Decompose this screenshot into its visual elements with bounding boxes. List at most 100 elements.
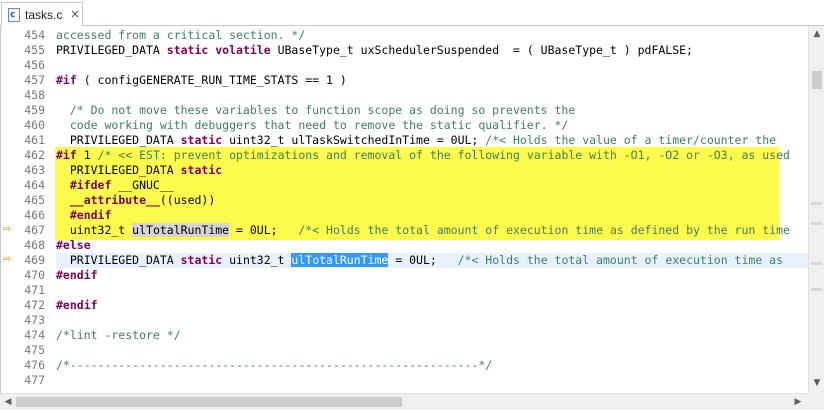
code-token: static volatile: [166, 43, 271, 57]
editor-tab-bar: c tasks.c ✕: [0, 0, 824, 26]
tab-tasks-c[interactable]: c tasks.c ✕: [1, 2, 83, 26]
scroll-down-icon[interactable]: ▼: [809, 375, 824, 391]
code-line[interactable]: #else: [56, 238, 91, 253]
code-token: = 0UL;: [388, 253, 458, 267]
code-token: /*--------------------------------------…: [56, 358, 493, 372]
line-number: 465: [24, 193, 45, 207]
code-token: PRIVILEGED_DATA: [56, 43, 167, 57]
line-number: 472: [24, 298, 45, 312]
code-token: 1: [76, 148, 98, 162]
line-number: 461: [24, 133, 45, 147]
code-line[interactable]: #if ( configGENERATE_RUN_TIME_STATS == 1…: [56, 73, 347, 88]
code-line[interactable]: #ifdef __GNUC__: [56, 178, 174, 193]
line-number: 477: [24, 373, 45, 387]
scrollbar-corner: [808, 393, 824, 410]
tab-label: tasks.c: [25, 7, 63, 22]
line-number: 475: [24, 343, 45, 357]
code-token: #endif: [56, 298, 98, 312]
code-token: ( configGENERATE_RUN_TIME_STATS == 1 ): [76, 73, 347, 87]
code-token: #endif: [56, 268, 98, 282]
code-token: #ifdef: [56, 178, 112, 192]
line-number: 474: [24, 328, 45, 342]
code-line[interactable]: /*lint -restore */: [56, 328, 181, 343]
code-token: /*< Holds the value of a timer/counter t…: [485, 133, 777, 147]
occurrence-mark[interactable]: [811, 222, 822, 225]
line-number: 471: [24, 283, 45, 297]
code-token: code working with debuggers that need to…: [56, 118, 569, 132]
horizontal-scroll-thumb[interactable]: [16, 397, 402, 407]
occurrence-arrow-icon[interactable]: ⇨: [3, 255, 13, 265]
code-token: /* Do not move these variables to functi…: [56, 103, 576, 117]
code-editor[interactable]: 454 455 456 457 458 459 460 461 462 463 464 465 466 4…: [0, 26, 808, 393]
code-line[interactable]: uint32_t ulTotalRunTime = 0UL; /*< Holds…: [56, 223, 790, 238]
code-line[interactable]: PRIVILEGED_DATA static uint32_t ulTaskSw…: [56, 133, 776, 148]
code-line[interactable]: PRIVILEGED_DATA static volatile UBaseTyp…: [56, 43, 693, 58]
line-number: 455: [24, 43, 45, 57]
line-number: 464: [24, 178, 45, 192]
code-token: static: [180, 253, 223, 267]
line-number: 466: [24, 208, 45, 222]
code-token: uint32_t: [56, 223, 133, 237]
line-number: 470: [24, 268, 45, 282]
code-token: accessed from a critical section. */: [56, 28, 306, 42]
code-token: = 0UL;: [229, 223, 299, 237]
code-line[interactable]: #endif: [56, 298, 98, 313]
file-badge: c: [10, 9, 16, 20]
code-line[interactable]: /*--------------------------------------…: [56, 358, 492, 373]
vertical-scrollbar[interactable]: ▲ ▼: [808, 26, 824, 393]
code-text-area[interactable]: accessed from a critical section. */PRIV…: [56, 26, 808, 393]
code-token: #endif: [56, 208, 112, 222]
scroll-up-icon[interactable]: ▲: [809, 26, 824, 42]
code-token: __attribute__: [69, 193, 160, 207]
code-line[interactable]: #if 1 /* << EST: prevent optimizations a…: [56, 148, 790, 163]
code-line[interactable]: __attribute__((used)): [56, 193, 215, 208]
occurrence-mark[interactable]: [811, 288, 822, 291]
code-token: #else: [56, 238, 91, 252]
code-line[interactable]: PRIVILEGED_DATA static: [56, 163, 222, 178]
code-line[interactable]: #endif: [56, 268, 98, 283]
line-number: 457: [24, 73, 45, 87]
line-number: 454: [24, 28, 45, 42]
code-line[interactable]: accessed from a critical section. */: [56, 28, 305, 43]
code-token: static: [180, 163, 223, 177]
line-number: 467: [24, 223, 45, 237]
code-line[interactable]: PRIVILEGED_DATA static uint32_t ulTotalR…: [56, 253, 783, 268]
line-number: 460: [24, 118, 45, 132]
scroll-right-icon[interactable]: ▶: [790, 394, 806, 410]
line-number: 476: [24, 358, 45, 372]
line-number: 456: [24, 58, 45, 72]
code-token: PRIVILEGED_DATA: [56, 253, 181, 267]
line-number: 468: [24, 238, 45, 252]
code-token: #if: [56, 148, 77, 162]
code-token: ulTotalRunTime: [291, 253, 389, 267]
code-line[interactable]: code working with debuggers that need to…: [56, 118, 569, 133]
code-token: #if: [56, 73, 77, 87]
close-icon[interactable]: ✕: [70, 8, 79, 21]
scroll-left-icon[interactable]: ◀: [0, 394, 16, 410]
code-line[interactable]: #endif: [56, 208, 112, 223]
code-token: ulTotalRunTime: [132, 223, 230, 237]
horizontal-scrollbar[interactable]: ◀ ▶: [0, 393, 808, 410]
code-token: uint32_t: [222, 253, 292, 267]
code-token: static: [180, 133, 223, 147]
line-number: 473: [24, 313, 45, 327]
occurrence-mark[interactable]: [811, 262, 822, 265]
line-number: 458: [24, 88, 45, 102]
code-token: UBaseType_t uxSchedulerSuspended = ( UBa…: [270, 43, 693, 57]
code-token: ((used)): [159, 193, 216, 207]
code-token: /* << EST: prevent optimizations and rem…: [97, 148, 790, 162]
occurrence-arrow-icon[interactable]: ⇨: [3, 225, 13, 235]
code-token: PRIVILEGED_DATA: [56, 163, 181, 177]
line-number: 462: [24, 148, 45, 162]
occurrence-mark[interactable]: [811, 202, 822, 205]
code-line[interactable]: /* Do not move these variables to functi…: [56, 103, 575, 118]
code-token: /*< Holds the total amount of execution …: [457, 253, 784, 267]
line-number-ruler: 454 455 456 457 458 459 460 461 462 463 464 465 466 4…: [1, 26, 49, 393]
c-source-file-icon: c: [8, 7, 20, 22]
code-token: /*lint -restore */: [56, 328, 181, 342]
line-number: 459: [24, 103, 45, 117]
code-token: uint32_t ulTaskSwitchedInTime = 0UL;: [222, 133, 486, 147]
code-token: PRIVILEGED_DATA: [56, 133, 181, 147]
vertical-scroll-thumb[interactable]: [812, 71, 822, 89]
